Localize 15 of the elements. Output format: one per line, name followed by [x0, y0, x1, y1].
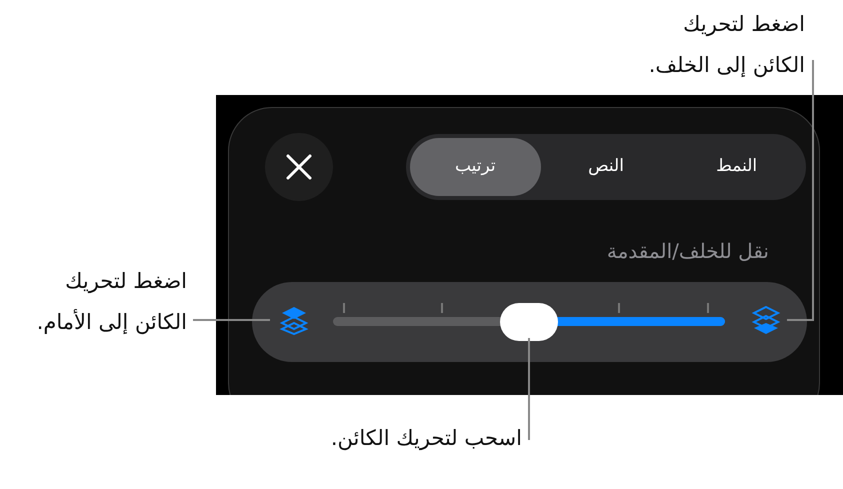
tab[interactable]: ترتيب — [410, 138, 541, 196]
callout-text: اسحب لتحريك الكائن. — [330, 425, 522, 452]
tick-mark — [441, 303, 443, 313]
tick-mark — [707, 303, 709, 313]
tab[interactable]: النمط — [671, 138, 802, 196]
tick-mark — [618, 303, 620, 313]
bring-forward-icon[interactable] — [279, 305, 309, 335]
callout-text: اضغط لتحريك الكائن إلى الأمام. — [36, 268, 187, 336]
send-backward-icon[interactable] — [751, 305, 781, 335]
slider-thumb[interactable] — [500, 303, 558, 341]
close-icon — [286, 154, 312, 180]
tick-mark — [343, 303, 345, 313]
section-label: نقل للخلف/المقدمة — [606, 238, 769, 265]
callout-text: اضغط لتحريك الكائن إلى الخلف. — [648, 11, 805, 80]
tab[interactable]: النص — [540, 138, 672, 196]
